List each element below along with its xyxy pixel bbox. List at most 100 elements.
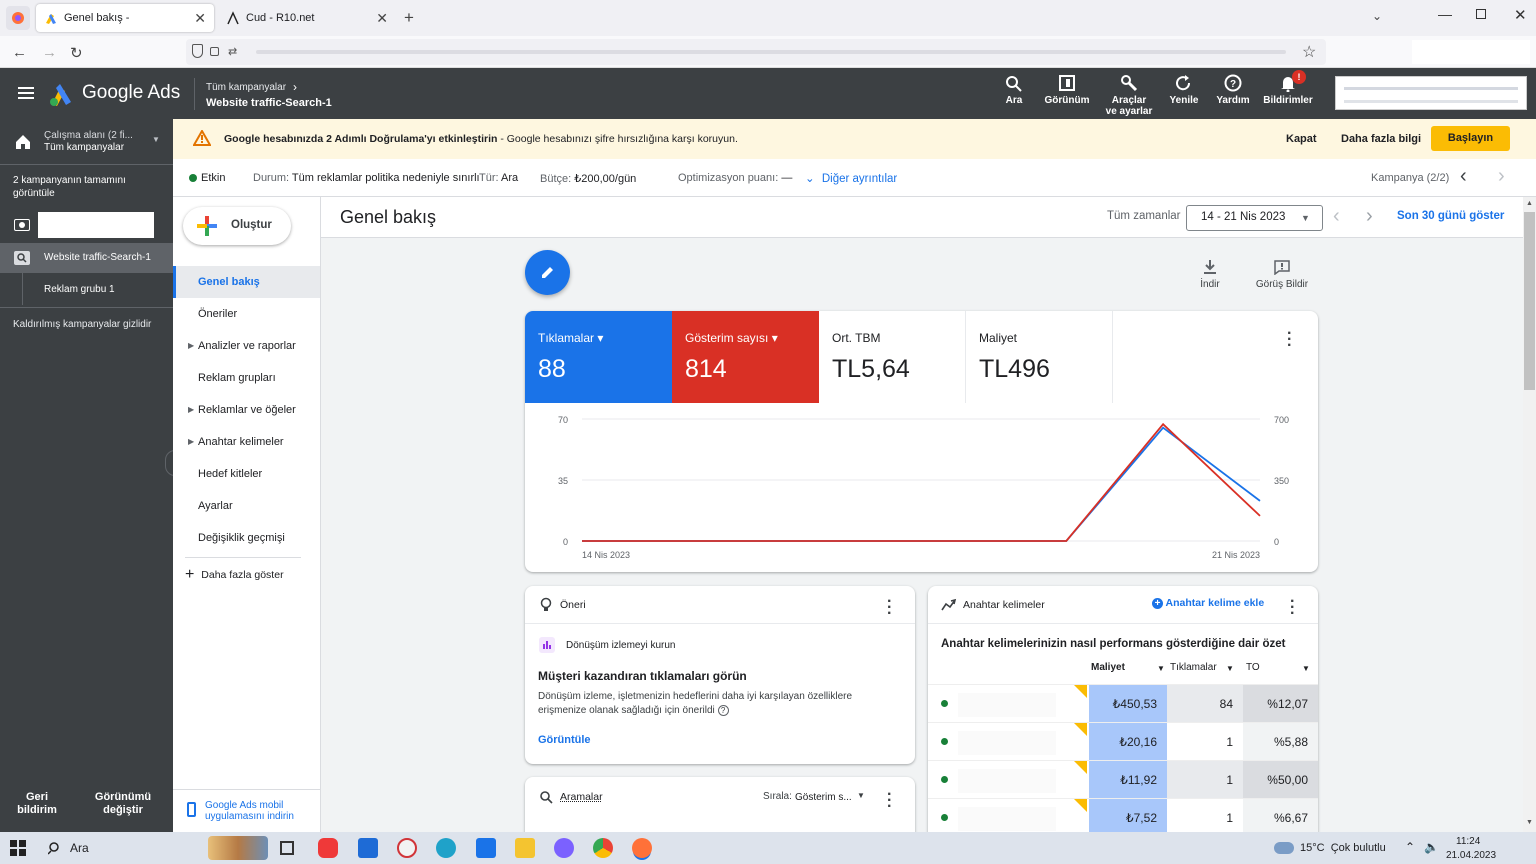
tab-list-icon[interactable]: ⌄ xyxy=(1372,9,1382,23)
card-more-icon[interactable]: · · · xyxy=(1287,326,1292,354)
tray-chevron-icon[interactable]: ⌃ xyxy=(1405,840,1415,854)
show-more-button[interactable]: + Daha fazla göster xyxy=(185,566,284,584)
metric-tile-0[interactable]: Tıklamalar ▾ 88 xyxy=(525,311,672,403)
nav-item-6[interactable]: Hedef kitleler xyxy=(173,458,320,490)
tab-genel-bakis[interactable]: Genel bakış - ✕ xyxy=(36,4,214,32)
forward-icon[interactable]: → xyxy=(42,44,57,61)
download-button[interactable]: İndir xyxy=(1191,259,1229,290)
adgroup-item[interactable]: Reklam grubu 1 xyxy=(0,275,173,305)
scroll-down-icon[interactable]: ▼ xyxy=(1526,819,1533,826)
scroll-thumb[interactable] xyxy=(1524,212,1535,390)
column-header-ctr[interactable]: TO ▼ xyxy=(1246,662,1316,673)
nav-item-2[interactable]: ▶ Analizler ve raporlar xyxy=(173,330,320,362)
restore-icon[interactable] xyxy=(1476,9,1486,19)
weather-text[interactable]: 15°C Çok bulutlu xyxy=(1300,842,1386,854)
file-explorer-icon[interactable] xyxy=(515,838,535,858)
vertical-scrollbar[interactable]: ▲ ▼ xyxy=(1523,197,1536,832)
workspace-selector[interactable]: Çalışma alanı (2 fi... Tüm kampanyalar ▼ xyxy=(0,119,173,164)
mail-icon[interactable] xyxy=(476,838,496,858)
banner-close-button[interactable]: Kapat xyxy=(1286,133,1317,145)
sort-dropdown[interactable]: Gösterim s... ▼ xyxy=(795,789,867,805)
view-recommendation-link[interactable]: Görüntüle xyxy=(538,734,591,746)
account-info-blurred[interactable] xyxy=(1335,76,1527,110)
feedback-button[interactable]: Geri bildirim xyxy=(12,791,62,817)
help-circle-icon[interactable]: ? xyxy=(717,704,729,716)
address-field[interactable]: ⇄ xyxy=(186,39,1326,65)
help-button[interactable]: ? Yardım xyxy=(1215,74,1251,106)
searches-title[interactable]: Aramalar xyxy=(560,791,603,803)
snipping-tool-icon[interactable] xyxy=(397,838,417,858)
nav-item-3[interactable]: Reklam grupları xyxy=(173,362,320,394)
speaker-icon[interactable]: 🔈 xyxy=(1424,840,1439,854)
taskbar-search[interactable]: Ara xyxy=(40,836,270,860)
account-row[interactable] xyxy=(0,211,173,239)
tools-button[interactable]: Araçlar ve ayarlar xyxy=(1104,74,1154,117)
campaign-item[interactable]: Website traffic-Search-1 xyxy=(0,243,173,273)
metric-label-text: Maliyet xyxy=(979,331,1018,345)
search-button[interactable]: Ara xyxy=(998,74,1030,106)
table-row[interactable]: ₺20,16 1 %5,88 xyxy=(928,722,1318,761)
copilot-icon[interactable] xyxy=(554,838,574,858)
close-window-icon[interactable]: ✕ xyxy=(1514,6,1527,24)
store-icon[interactable] xyxy=(358,838,378,858)
more-details-button[interactable]: ⌄ Diğer ayrıntılar xyxy=(805,171,897,185)
table-row[interactable]: ₺7,52 1 %6,67 xyxy=(928,798,1318,832)
windows-start-icon[interactable] xyxy=(10,840,26,856)
create-button[interactable]: Oluştur xyxy=(183,207,291,245)
hamburger-menu-icon[interactable] xyxy=(18,87,34,99)
reload-icon[interactable]: ↻ xyxy=(70,44,83,62)
task-view-icon[interactable] xyxy=(280,841,294,855)
durum-value[interactable]: Tüm reklamlar politika nedeniyle sınırlı xyxy=(292,172,480,184)
column-header-clicks[interactable]: Tıklamalar ▼ xyxy=(1170,662,1242,673)
scroll-up-icon[interactable]: ▲ xyxy=(1526,200,1533,207)
card-more-icon[interactable]: · · · xyxy=(1290,594,1295,622)
firefox-icon[interactable] xyxy=(632,838,652,858)
table-row[interactable]: ₺450,53 84 %12,07 xyxy=(928,684,1318,723)
breadcrumb-parent[interactable]: Tüm kampanyalar xyxy=(206,82,286,93)
edge-icon[interactable] xyxy=(436,838,456,858)
butce-value[interactable]: ₺200,00/gün xyxy=(574,173,636,185)
metric-tile-2[interactable]: Ort. TBM TL5,64 xyxy=(819,311,966,403)
prev-campaign-icon[interactable]: ‹ xyxy=(1460,165,1467,188)
banner-start-button[interactable]: Başlayın xyxy=(1431,126,1510,151)
add-keyword-button[interactable]: + Anahtar kelime ekle xyxy=(1152,597,1264,609)
next-period-icon[interactable]: › xyxy=(1366,205,1373,228)
card-more-icon[interactable]: · · · xyxy=(887,787,892,815)
new-tab-button[interactable]: + xyxy=(404,8,414,28)
table-row[interactable]: ₺11,92 1 %50,00 xyxy=(928,760,1318,799)
feedback-main-button[interactable]: Görüş Bildir xyxy=(1249,259,1315,290)
metric-tile-3[interactable]: Maliyet TL496 xyxy=(966,311,1113,403)
bookmark-star-icon[interactable]: ☆ xyxy=(1302,42,1316,62)
column-header-cost[interactable]: Maliyet ▼ xyxy=(1091,662,1169,673)
status-dot xyxy=(941,814,948,821)
firefox-menu-icon[interactable] xyxy=(6,6,30,30)
back-icon[interactable]: ← xyxy=(12,44,27,61)
banner-more-info-button[interactable]: Daha fazla bilgi xyxy=(1341,133,1421,145)
chrome-icon[interactable] xyxy=(593,838,613,858)
refresh-button[interactable]: Yenile xyxy=(1168,74,1200,106)
nav-item-4[interactable]: ▶ Reklamlar ve öğeler xyxy=(173,394,320,426)
card-more-icon[interactable]: · · · xyxy=(887,594,892,622)
status-active[interactable]: Etkin xyxy=(201,172,225,184)
nav-item-8[interactable]: Değişiklik geçmişi xyxy=(173,522,320,554)
close-tab-icon[interactable]: ✕ xyxy=(376,10,388,27)
change-view-button[interactable]: Görünümü değiştir xyxy=(88,791,158,817)
appearance-button[interactable]: Görünüm xyxy=(1044,74,1090,106)
nav-item-7[interactable]: Ayarlar xyxy=(173,490,320,522)
nav-item-0[interactable]: Genel bakış xyxy=(173,266,320,298)
last-30-days-button[interactable]: Son 30 günü göster xyxy=(1397,210,1504,222)
performance-card: Tıklamalar ▾ 88 Gösterim sayısı ▾ 814 Ort. T… xyxy=(525,311,1318,572)
edit-fab-button[interactable] xyxy=(525,250,570,295)
metric-tile-1[interactable]: Gösterim sayısı ▾ 814 xyxy=(672,311,819,403)
view-all-campaigns-info[interactable]: 2 kampanyanın tamamını görüntüle xyxy=(13,174,153,200)
nav-item-5[interactable]: ▶ Anahtar kelimeler xyxy=(173,426,320,458)
vivaldi-icon[interactable] xyxy=(318,838,338,858)
notifications-button[interactable]: Bildirimler ! xyxy=(1262,70,1314,106)
tab-cud-r10[interactable]: Cud - R10.net ✕ xyxy=(218,4,396,32)
close-tab-icon[interactable]: ✕ xyxy=(194,10,206,27)
minimize-icon[interactable]: — xyxy=(1438,6,1452,22)
date-range-dropdown[interactable]: 14 - 21 Nis 2023 ▼ xyxy=(1186,205,1323,231)
nav-item-1[interactable]: Öneriler xyxy=(173,298,320,330)
next-campaign-icon[interactable]: › xyxy=(1498,165,1505,188)
prev-period-icon[interactable]: ‹ xyxy=(1333,205,1340,228)
